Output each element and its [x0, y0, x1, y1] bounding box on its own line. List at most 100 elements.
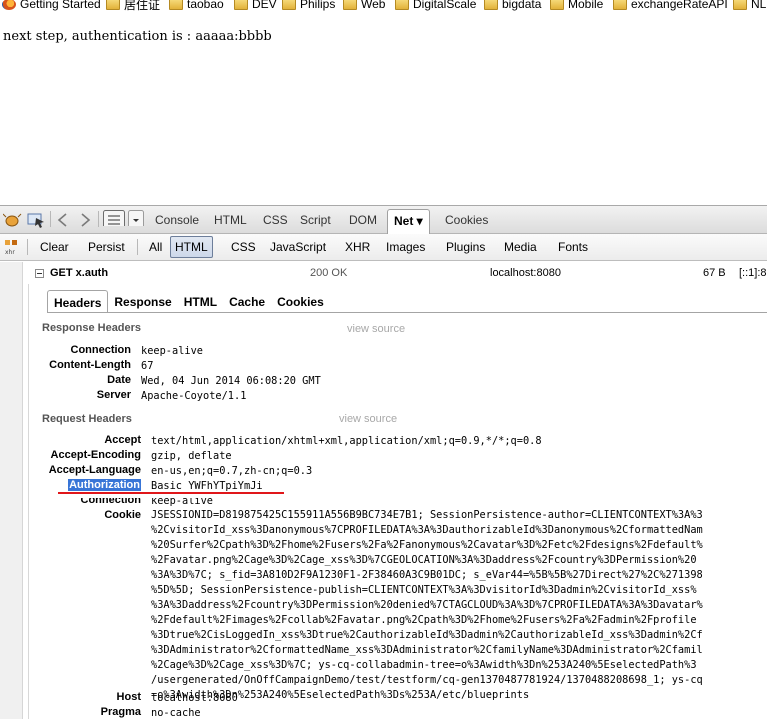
cookie-line: %2Cage%3D%2Cage_xss%3D%7C; ys-cq-collaba…: [151, 659, 697, 671]
bookmark-folder[interactable]: exchangeRateAPI: [613, 0, 728, 11]
header-name: Content-Length: [49, 359, 131, 371]
bookmark-folder[interactable]: bigdata: [484, 0, 541, 11]
header-value: gzip, deflate: [151, 450, 232, 462]
firefox-icon: [2, 0, 16, 10]
cookie-line: %5D%5D; SessionPersistence-publish=CLIEN…: [151, 584, 697, 596]
request-headers-title: Request Headers: [42, 413, 132, 425]
folder-icon: [395, 0, 409, 10]
header-name: Accept: [104, 434, 141, 446]
filter-images[interactable]: Images: [386, 240, 425, 254]
cookie-line: JSESSIONID=D819875425C155911A556B9BC734E…: [151, 509, 703, 521]
folder-icon: [550, 0, 564, 10]
info-tab-headers[interactable]: Headers: [47, 290, 109, 313]
authorization-header-value: Basic YWFhYTpiYmJi: [151, 480, 263, 492]
header-value: 67: [141, 360, 154, 372]
tab-html[interactable]: HTML: [214, 213, 247, 227]
bookmark-getting-started[interactable]: Getting Started: [2, 0, 101, 11]
tab-script[interactable]: Script: [300, 213, 331, 227]
bookmark-folder[interactable]: 居住证: [106, 0, 160, 12]
header-value: no-cache: [151, 707, 201, 719]
tab-console[interactable]: Console: [155, 213, 199, 227]
cookie-line: %3A%3Daddress%2Fcountry%3DPermission%20d…: [151, 599, 703, 611]
request-row[interactable]: GET x.auth 200 OK localhost:8080 67 B [:…: [23, 266, 767, 282]
info-tab-html[interactable]: HTML: [178, 290, 223, 313]
collapse-icon[interactable]: [35, 269, 44, 278]
header-value: en-us,en;q=0.7,zh-cn;q=0.3: [151, 465, 313, 477]
tab-css[interactable]: CSS: [263, 213, 288, 227]
red-underline-annotation: [58, 492, 284, 494]
back-arrow-icon[interactable]: [56, 212, 70, 228]
response-view-source-link[interactable]: view source: [347, 323, 405, 335]
request-url: GET x.auth: [50, 267, 109, 279]
header-name: Accept-Language: [48, 464, 141, 476]
firebug-toolbar: Console HTML CSS Script DOM Net ▾ Cookie…: [0, 205, 767, 234]
cookie-line: %2Fdefault%2Fimages%2Fcollab%2Favatar.pn…: [151, 614, 697, 626]
request-remote-ip: [::1]:8: [739, 267, 767, 279]
clear-button[interactable]: Clear: [40, 240, 69, 254]
filter-html[interactable]: HTML: [170, 236, 213, 258]
svg-text:xhr: xhr: [5, 249, 15, 255]
cookie-line: %20Surfer%2Cpath%3D%2Fhome%2Fusers%2Fa%2…: [151, 539, 703, 551]
forward-arrow-icon[interactable]: [78, 212, 92, 228]
folder-icon: [234, 0, 248, 10]
header-name: Date: [107, 374, 131, 386]
filter-xhr[interactable]: XHR: [345, 240, 370, 254]
folder-icon: [106, 0, 120, 10]
filter-css[interactable]: CSS: [231, 240, 256, 254]
header-name: Server: [96, 389, 131, 401]
filter-fonts[interactable]: Fonts: [558, 240, 588, 254]
folder-icon: [733, 0, 747, 10]
inspect-icon[interactable]: [27, 212, 47, 228]
tab-net[interactable]: Net ▾: [387, 209, 430, 234]
tab-cookies[interactable]: Cookies: [445, 213, 488, 227]
firebug-bug-icon[interactable]: [3, 212, 23, 228]
request-view-source-link[interactable]: view source: [339, 413, 397, 425]
bookmark-folder[interactable]: Web: [343, 0, 385, 11]
bookmark-folder[interactable]: NL: [733, 0, 766, 11]
info-tab-cache[interactable]: Cache: [223, 290, 271, 313]
authorization-header-name: Authorization: [1, 479, 141, 491]
info-tab-cookies[interactable]: Cookies: [271, 290, 330, 313]
page-message: next step, authentication is : aaaaa:bbb…: [3, 29, 272, 44]
header-value: Wed, 04 Jun 2014 06:08:20 GMT: [141, 375, 321, 387]
info-tabs: Headers Response HTML Cache Cookies: [47, 290, 330, 313]
filter-media[interactable]: Media: [504, 240, 537, 254]
bookmark-folder[interactable]: taobao: [169, 0, 224, 11]
filter-all[interactable]: All: [149, 240, 162, 254]
bookmark-folder[interactable]: Mobile: [550, 0, 603, 11]
info-tab-response[interactable]: Response: [108, 290, 177, 313]
net-toolbar: xhr Clear Persist All HTML CSS JavaScrip…: [0, 234, 767, 261]
request-domain: localhost:8080: [490, 267, 561, 279]
cookie-line: %3A%3D%7C; s_fid=3A810D2F9A1230F1-2F3846…: [151, 569, 703, 581]
header-name: Accept-Encoding: [50, 449, 141, 461]
folder-icon: [484, 0, 498, 10]
request-size: 67 B: [703, 267, 726, 279]
cookie-line: %3DAdministrator%2CformattedName_xss%3DA…: [151, 644, 703, 656]
header-name: Connection: [70, 344, 132, 356]
folder-icon: [282, 0, 296, 10]
bookmark-folder[interactable]: DEV: [234, 0, 277, 11]
filter-plugins[interactable]: Plugins: [446, 240, 485, 254]
header-name: Host: [116, 691, 141, 703]
xhr-icon[interactable]: xhr: [4, 239, 20, 255]
bookmark-folder[interactable]: DigitalScale: [395, 0, 476, 11]
bookmarks-toolbar: Getting Started 居住证 taobao DEV Philips W…: [0, 0, 767, 12]
cookie-line: /usergenerated/OnOffCampaignDemo/test/te…: [151, 674, 703, 686]
panel-menu-icon[interactable]: [103, 210, 125, 226]
cookie-line: %2CvisitorId_xss%3Danonymous%7CPROFILEDA…: [151, 524, 703, 536]
persist-button[interactable]: Persist: [88, 240, 125, 254]
bookmark-folder[interactable]: Philips: [282, 0, 335, 11]
cookie-line: %2Favatar.png%2Cage%3D%2Cage_xss%3D%7CGE…: [151, 554, 697, 566]
header-value: Apache-Coyote/1.1: [141, 390, 247, 402]
request-status: 200 OK: [310, 267, 348, 279]
header-name: Pragma: [100, 706, 141, 718]
filter-javascript[interactable]: JavaScript: [270, 240, 326, 254]
cookie-header-name: Cookie: [104, 509, 141, 521]
chevron-down-icon[interactable]: [128, 210, 144, 226]
header-value: keep-alive: [141, 345, 203, 357]
selected-text: Authorization: [68, 479, 141, 491]
folder-icon: [343, 0, 357, 10]
header-value: localhost:8080: [151, 692, 238, 704]
tab-dom[interactable]: DOM: [349, 213, 377, 227]
cookie-line: %3Dtrue%2CisLoggedIn_xss%3Dtrue%2Cauthor…: [151, 629, 703, 641]
